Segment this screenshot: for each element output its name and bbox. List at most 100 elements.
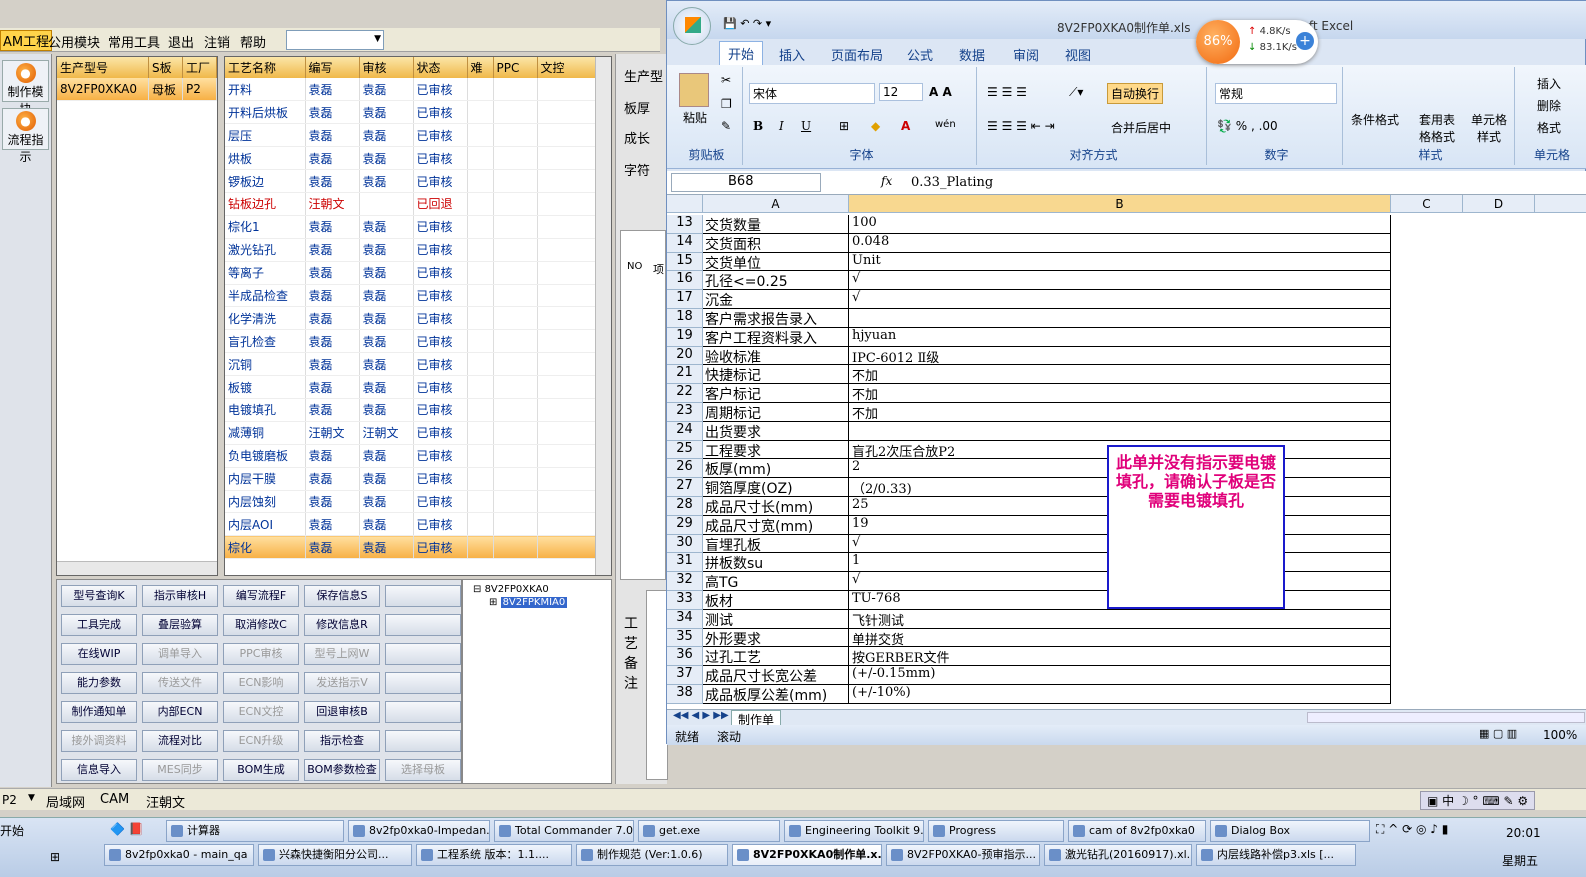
cell-b[interactable]: IPC-6012 Ⅱ级 xyxy=(849,346,1391,366)
table-format-button[interactable]: 套用表格格式 xyxy=(1417,111,1457,145)
panel-button-r3c4[interactable] xyxy=(385,672,461,694)
tree-child[interactable]: ⊞ 8V2FPKMIA0 xyxy=(489,597,568,608)
table-row[interactable]: 内层干膜 袁磊 袁磊 已审核 xyxy=(225,467,611,491)
row-header[interactable]: 37 xyxy=(667,666,703,685)
cell-a[interactable]: 工程要求 xyxy=(703,440,849,460)
taskbar-item[interactable]: Dialog Box xyxy=(1210,820,1370,842)
cell-a[interactable]: 孔径<=0.25 xyxy=(703,271,849,291)
select-all-corner[interactable] xyxy=(667,195,703,213)
sheet-nav-icon[interactable]: ◀◀ ◀ ▶ ▶▶ xyxy=(673,710,729,721)
col-difficulty[interactable]: 难 xyxy=(467,57,494,78)
menu-public-module[interactable]: 公用模块 xyxy=(48,32,100,51)
cell-b[interactable]: 不加 xyxy=(849,403,1391,422)
cell-a[interactable]: 交货单位 xyxy=(703,252,849,272)
col-header-d[interactable]: D xyxy=(1463,195,1535,213)
tab-page-layout[interactable]: 页面布局 xyxy=(831,45,883,64)
quick-access-toolbar[interactable]: 💾 ↶ ↷ ▾ xyxy=(723,17,771,30)
row-header[interactable]: 13 xyxy=(667,215,703,234)
row-header[interactable]: 29 xyxy=(667,515,703,535)
row-header[interactable]: 26 xyxy=(667,459,703,479)
table-row[interactable]: 化学清洗 袁磊 袁磊 已审核 xyxy=(225,306,611,331)
row-header[interactable]: 25 xyxy=(667,440,703,460)
tray-icons[interactable]: ⛶ ^ ⟳ ◎ ♪ ▮ xyxy=(1376,822,1448,837)
row-header[interactable]: 17 xyxy=(667,290,703,309)
function-icon[interactable]: fx xyxy=(881,174,892,188)
table-row[interactable]: 层压 袁磊 袁磊 已审核 xyxy=(225,123,611,148)
taskbar-item[interactable]: 8V2FP0XKA0-预审指示... xyxy=(886,844,1040,866)
format-cells-button[interactable]: 格式 xyxy=(1537,119,1561,136)
table-row[interactable]: 8V2FP0XKA0 母板 P2 xyxy=(57,78,217,102)
ime-toolbar[interactable]: ▣ 中 ☽ ° ⌨ ✎ ⚙ xyxy=(1420,791,1536,810)
table-row[interactable]: 烘板 袁磊 袁磊 已审核 xyxy=(225,146,611,171)
flow-indicate-button[interactable]: ● 流程指示 xyxy=(2,108,49,164)
cell-a[interactable]: 客户需求报告录入 xyxy=(703,309,849,328)
panel-button-r0c3[interactable]: 保存信息S xyxy=(304,585,380,607)
panel-button-r2c0[interactable]: 在线WIP xyxy=(61,643,137,665)
col-header-c[interactable]: C xyxy=(1391,195,1463,213)
table-row[interactable]: 内层蚀刻 袁磊 袁磊 已审核 xyxy=(225,490,611,514)
cell-b[interactable]: 0.048 xyxy=(849,233,1391,253)
table-row[interactable]: 板镀 袁磊 袁磊 已审核 xyxy=(225,375,611,399)
cell-b[interactable]: 飞针测试 xyxy=(849,609,1391,629)
taskbar-item[interactable]: cam of 8v2fp0xka0 xyxy=(1068,820,1206,842)
table-row[interactable]: 减薄铜 汪朝文 汪朝文 已审核 xyxy=(225,421,611,445)
panel-button-r3c0[interactable]: 能力参数 xyxy=(61,672,137,694)
row-header[interactable]: 36 xyxy=(667,647,703,667)
cell-style-button[interactable]: 单元格样式 xyxy=(1467,111,1511,145)
row-header[interactable]: 32 xyxy=(667,572,703,591)
row-header[interactable]: 18 xyxy=(667,309,703,328)
panel-button-r1c2[interactable]: 取消修改C xyxy=(223,614,299,636)
clock-time[interactable]: 20:01 xyxy=(1506,826,1541,840)
cell-b[interactable] xyxy=(849,421,1391,441)
panel-button-r3c2[interactable]: ECN影响 xyxy=(223,672,299,694)
bold-button[interactable]: B xyxy=(753,119,763,133)
row-header[interactable]: 16 xyxy=(667,271,703,291)
cell-a[interactable]: 验收标准 xyxy=(703,346,849,366)
align-left-icon[interactable]: ☰ ☰ ☰ ⇤ ⇥ xyxy=(987,119,1055,133)
table-row[interactable]: 负电镀磨板 袁磊 袁磊 已审核 xyxy=(225,444,611,468)
panel-button-r5c0[interactable]: 接外调资料 xyxy=(61,730,137,752)
col-board[interactable]: S板 xyxy=(148,57,183,78)
office-button[interactable] xyxy=(673,7,711,45)
number-format-select[interactable]: 常规 xyxy=(1215,83,1337,104)
remark-textarea[interactable] xyxy=(646,590,668,780)
table-row[interactable]: 棕化1 袁磊 袁磊 已审核 xyxy=(225,215,611,239)
cell-a[interactable]: 周期标记 xyxy=(703,403,849,422)
panel-button-r1c1[interactable]: 叠层验算 xyxy=(142,614,218,636)
table-row[interactable]: 锣板边 袁磊 袁磊 已审核 xyxy=(225,169,611,193)
table-row[interactable]: 开料后烘板 袁磊 袁磊 已审核 xyxy=(225,100,611,125)
taskbar-item[interactable]: 兴森快捷衡阳分公司... xyxy=(258,844,412,866)
tab-formulas[interactable]: 公式 xyxy=(907,45,933,64)
chevron-down-icon[interactable]: ▼ xyxy=(28,793,35,803)
col-reviewer[interactable]: 审核 xyxy=(359,57,414,78)
cell-a[interactable]: 盲埋孔板 xyxy=(703,534,849,554)
menu-common-tools[interactable]: 常用工具 xyxy=(108,32,160,51)
paste-icon[interactable] xyxy=(679,73,709,107)
cell-b[interactable]: 不加 xyxy=(849,365,1391,385)
panel-button-r4c3[interactable]: 回退审核B xyxy=(304,701,380,723)
table-row[interactable]: 钻板边孔 汪朝文 已回退 xyxy=(225,192,611,216)
table-row[interactable]: 激光钻孔 袁磊 袁磊 已审核 xyxy=(225,238,611,262)
cell-a[interactable]: 成品板厚公差(mm) xyxy=(703,685,849,704)
taskbar-item[interactable]: 制作规范 (Ver:1.0.6) xyxy=(576,844,728,866)
plus-icon[interactable]: + xyxy=(1296,32,1314,50)
cell-a[interactable]: 交货数量 xyxy=(703,215,849,234)
delete-cells-button[interactable]: 删除 xyxy=(1537,97,1561,114)
font-color-icon[interactable]: A xyxy=(901,119,910,133)
col-factory[interactable]: 工厂 xyxy=(182,57,217,78)
orientation-icon[interactable]: ⟋▾ xyxy=(1069,85,1083,100)
underline-button[interactable]: U xyxy=(801,119,811,133)
cell-b[interactable]: hjyuan xyxy=(849,327,1391,347)
col-status[interactable]: 状态 xyxy=(413,57,468,78)
menu-exit[interactable]: 退出 xyxy=(168,32,194,51)
panel-button-r4c0[interactable]: 制作通知单 xyxy=(61,701,137,723)
panel-button-r0c0[interactable]: 型号查询K xyxy=(61,585,137,607)
row-header[interactable]: 38 xyxy=(667,685,703,704)
cell-b[interactable]: (+/-0.15mm) xyxy=(849,666,1391,685)
cell-b[interactable]: Unit xyxy=(849,252,1391,272)
taskbar-item[interactable]: Total Commander 7.0... xyxy=(494,820,634,842)
border-icon[interactable]: ⊞ xyxy=(839,119,849,133)
row-header[interactable]: 22 xyxy=(667,384,703,403)
cell-b[interactable]: 按GERBER文件 xyxy=(849,647,1391,667)
cell-a[interactable]: 过孔工艺 xyxy=(703,647,849,667)
